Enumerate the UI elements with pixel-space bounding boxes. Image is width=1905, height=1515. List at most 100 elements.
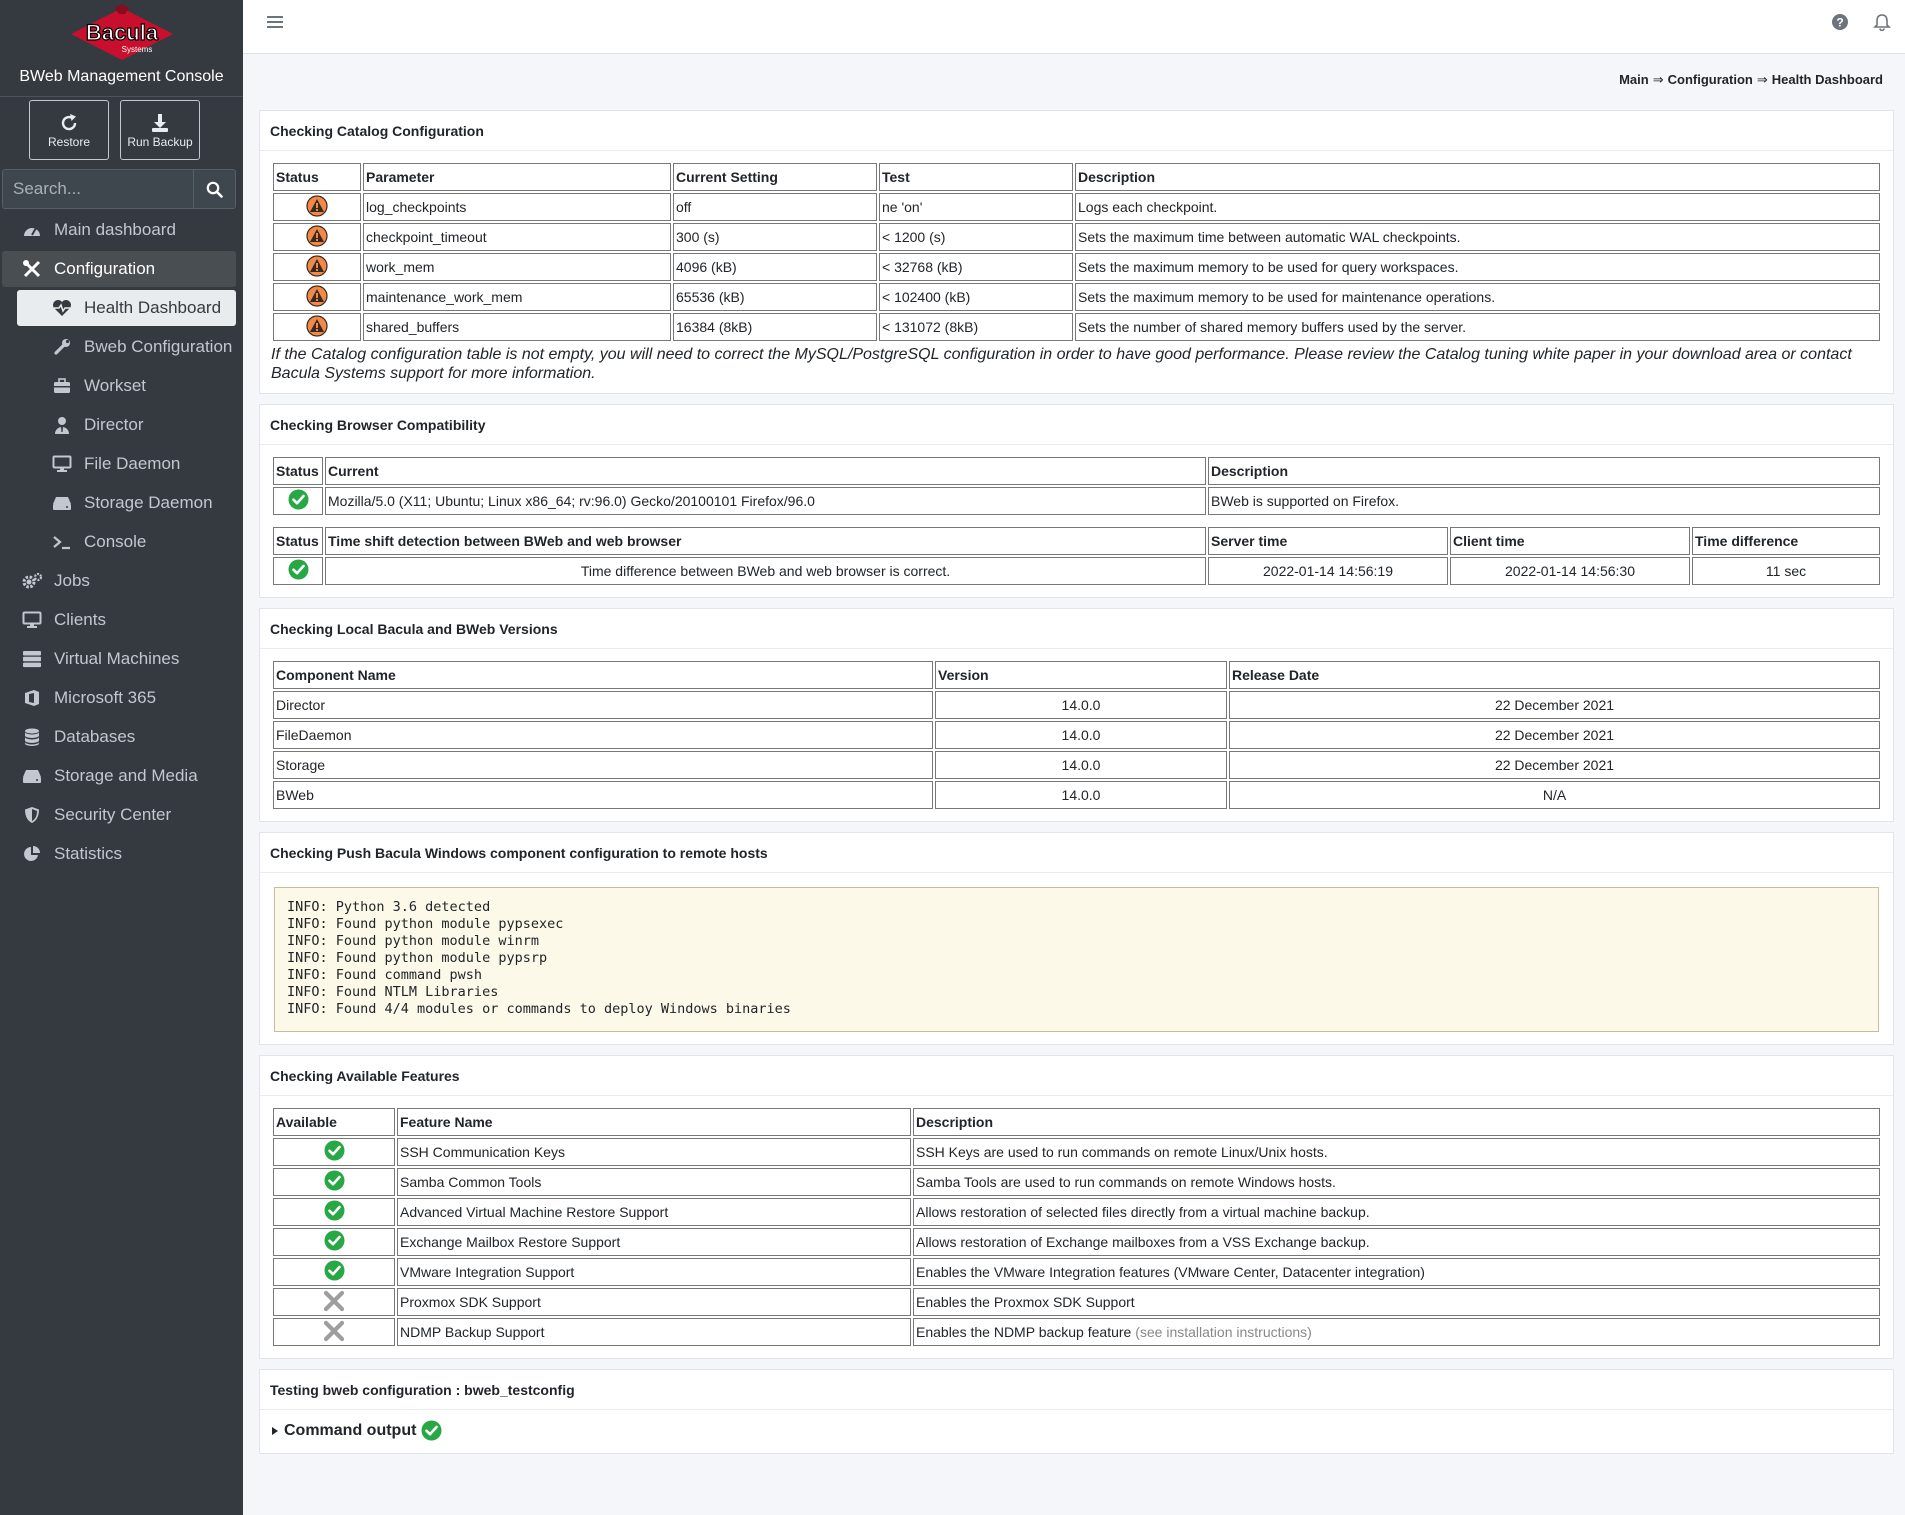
table-header-row: Component Name Version Release Date xyxy=(273,661,1880,689)
feature-description: Enables the VMware Integration features … xyxy=(916,1264,1425,1280)
hdd-icon xyxy=(20,768,44,784)
parameter-cell: shared_buffers xyxy=(363,313,671,341)
pie-chart-icon xyxy=(20,845,44,863)
description-cell: Sets the maximum memory to be used for m… xyxy=(1075,283,1880,311)
sidebar-item-label: Virtual Machines xyxy=(54,649,180,668)
status-cell xyxy=(273,223,361,251)
catalog-note: If the Catalog configuration table is no… xyxy=(271,346,1852,382)
versions-table: Component Name Version Release Date Dire… xyxy=(271,659,1882,811)
browser-card: Checking Browser Compatibility Status Cu… xyxy=(259,404,1894,598)
description-cell: Samba Tools are used to run commands on … xyxy=(913,1168,1880,1196)
sidebar-item-microsoft-365[interactable]: Microsoft 365 xyxy=(2,680,236,716)
features-card: Checking Available Features Available Fe… xyxy=(259,1055,1894,1359)
run-backup-button[interactable]: Run Backup xyxy=(120,100,200,160)
card-title: Checking Local Bacula and BWeb Versions xyxy=(260,609,1893,649)
versions-card: Checking Local Bacula and BWeb Versions … xyxy=(259,608,1894,822)
table-cell: 11 sec xyxy=(1692,557,1880,585)
search-button[interactable] xyxy=(193,170,235,208)
card-title: Checking Browser Compatibility xyxy=(260,405,1893,445)
check-circle-icon xyxy=(421,1420,442,1441)
sidebar-item-health-dashboard[interactable]: Health Dashboard xyxy=(17,290,236,326)
search-icon xyxy=(206,181,223,198)
hamburger-menu-icon[interactable] xyxy=(267,15,283,33)
status-cell xyxy=(273,283,361,311)
sidebar: Bacula Systems BWeb Management Console R… xyxy=(0,0,243,1515)
col-header: Server time xyxy=(1208,527,1448,555)
help-icon[interactable]: ? xyxy=(1831,13,1849,35)
features-table: Available Feature Name Description SSH C… xyxy=(271,1106,1882,1348)
test-cell: < 1200 (s) xyxy=(879,223,1073,251)
version-cell: 14.0.0 xyxy=(935,721,1227,749)
col-header: Feature Name xyxy=(397,1108,911,1136)
table-row: Exchange Mailbox Restore Support Allows r… xyxy=(273,1228,1880,1256)
sidebar-item-configuration[interactable]: Configuration xyxy=(2,251,236,287)
top-navbar: ? xyxy=(243,0,1905,54)
sidebar-item-security-center[interactable]: Security Center xyxy=(2,797,236,833)
component-cell: FileDaemon xyxy=(273,721,933,749)
table-row: Time difference between BWeb and web bro… xyxy=(273,557,1880,585)
sidebar-item-label: Clients xyxy=(54,610,106,629)
sidebar-item-storage-daemon[interactable]: Storage Daemon xyxy=(17,485,236,521)
sidebar-item-main-dashboard[interactable]: Main dashboard xyxy=(2,212,236,248)
version-cell: 14.0.0 xyxy=(935,781,1227,809)
feature-name-cell: Advanced Virtual Machine Restore Support xyxy=(397,1198,911,1226)
brand: Bacula Systems BWeb Management Console xyxy=(0,0,243,97)
sidebar-item-virtual-machines[interactable]: Virtual Machines xyxy=(2,641,236,677)
check-circle-icon xyxy=(421,1420,442,1441)
sidebar-item-label: Workset xyxy=(84,376,147,395)
warning-icon xyxy=(306,224,328,247)
sidebar-nav: Main dashboard Configuration Health Dash… xyxy=(0,212,243,872)
status-cell xyxy=(273,193,361,221)
table-header-row: Status Current Description xyxy=(273,457,1880,485)
sidebar-item-clients[interactable]: Clients xyxy=(2,602,236,638)
sidebar-item-workset[interactable]: Workset xyxy=(17,368,236,404)
command-output-label: Command output xyxy=(284,1421,417,1439)
bell-icon[interactable] xyxy=(1873,13,1891,35)
table-row: SSH Communication Keys SSH Keys are used … xyxy=(273,1138,1880,1166)
description-cell: Sets the maximum memory to be used for q… xyxy=(1075,253,1880,281)
table-row: FileDaemon 14.0.0 22 December 2021 xyxy=(273,721,1880,749)
status-cell xyxy=(273,487,323,515)
sidebar-item-label: Microsoft 365 xyxy=(54,688,157,707)
desktop-icon xyxy=(20,611,44,629)
col-header: Current Setting xyxy=(673,163,877,191)
sidebar-item-file-daemon[interactable]: File Daemon xyxy=(17,446,236,482)
feature-name-cell: Samba Common Tools xyxy=(397,1168,911,1196)
sidebar-item-console[interactable]: Console xyxy=(17,524,236,560)
breadcrumb-current: Health Dashboard xyxy=(1771,72,1883,87)
status-cell xyxy=(273,1138,395,1166)
table-row: Proxmox SDK Support Enables the Proxmox S… xyxy=(273,1288,1880,1316)
run-backup-label: Run Backup xyxy=(127,135,193,149)
feature-name-cell: NDMP Backup Support xyxy=(397,1318,911,1346)
breadcrumb-main[interactable]: Main xyxy=(1619,72,1649,87)
sidebar-item-databases[interactable]: Databases xyxy=(2,719,236,755)
col-header: Description xyxy=(913,1108,1880,1136)
feature-name-cell: VMware Integration Support xyxy=(397,1258,911,1286)
card-title: Checking Push Bacula Windows component c… xyxy=(260,833,1893,873)
col-header: Version xyxy=(935,661,1227,689)
sidebar-item-storage-and-media[interactable]: Storage and Media xyxy=(2,758,236,794)
tools-icon xyxy=(20,259,44,279)
col-header: Available xyxy=(273,1108,395,1136)
warning-icon xyxy=(306,254,328,277)
status-cell xyxy=(273,1318,395,1346)
brand-title: BWeb Management Console xyxy=(19,68,224,85)
sidebar-item-statistics[interactable]: Statistics xyxy=(2,836,236,872)
server-icon xyxy=(20,650,44,668)
table-row: log_checkpoints off ne 'on' Logs each check… xyxy=(273,193,1880,221)
sidebar-item-jobs[interactable]: Jobs xyxy=(2,563,236,599)
component-cell: Director xyxy=(273,691,933,719)
table-row: Samba Common Tools Samba Tools are used t… xyxy=(273,1168,1880,1196)
search-input[interactable] xyxy=(3,170,193,208)
description-cell: Allows restoration of Exchange mailboxes… xyxy=(913,1228,1880,1256)
breadcrumb-configuration[interactable]: Configuration xyxy=(1668,72,1753,87)
sidebar-item-director[interactable]: Director xyxy=(17,407,236,443)
bacula-logo[interactable]: Bacula Systems xyxy=(67,4,177,62)
restore-button[interactable]: Restore xyxy=(29,100,109,160)
command-output-toggle[interactable]: Command output xyxy=(260,1410,1893,1453)
restore-label: Restore xyxy=(47,135,91,149)
table-cell: 2022-01-14 14:56:30 xyxy=(1450,557,1690,585)
installation-instructions-link[interactable]: (see installation instructions) xyxy=(1135,1324,1312,1340)
hdd-icon xyxy=(50,495,74,511)
sidebar-item-bweb-configuration[interactable]: Bweb Configuration xyxy=(17,329,236,365)
